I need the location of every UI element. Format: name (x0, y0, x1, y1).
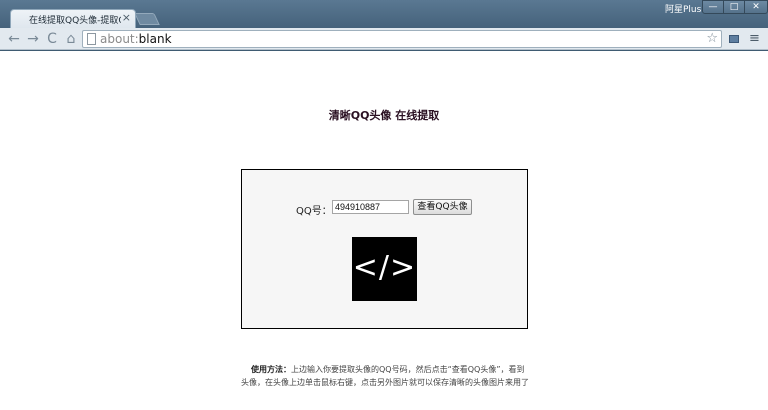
maximize-button[interactable]: □ (723, 0, 745, 14)
qq-avatar-panel: QQ号： 查看QQ头像 </> (241, 169, 528, 329)
page-viewport: 清晰QQ头像 在线提取 QQ号： 查看QQ头像 </> 使用方法：上边输入你要提… (0, 51, 768, 410)
minimize-button[interactable]: — (702, 0, 724, 14)
url-path: blank (138, 32, 172, 46)
url-scheme: about: (100, 32, 139, 46)
code-icon: </> (352, 250, 417, 285)
page-title: 清晰QQ头像 在线提取 (328, 109, 440, 122)
menu-icon[interactable]: ≡ (749, 31, 760, 47)
forward-arrow-icon[interactable]: → (25, 31, 41, 47)
usage-heading: 使用方法： (251, 365, 291, 374)
close-window-button[interactable]: ✕ (744, 0, 768, 14)
browser-tab[interactable]: 在线提取QQ头像-提取QQ头 × (10, 9, 136, 28)
tab-title: 在线提取QQ头像-提取QQ头 (29, 16, 121, 26)
title-bar: 在线提取QQ头像-提取QQ头 × 阿星Plus — □ ✕ (0, 0, 768, 28)
extension-icon[interactable] (729, 35, 739, 43)
browser-toolbar: ← → C ⌂ about:blank ☆ ≡ (0, 28, 768, 50)
view-avatar-button[interactable]: 查看QQ头像 (413, 199, 472, 215)
page-icon (87, 33, 96, 45)
address-bar[interactable]: about:blank ☆ (82, 30, 722, 48)
new-tab-button[interactable] (134, 13, 160, 25)
back-arrow-icon[interactable]: ← (6, 31, 22, 47)
url-text[interactable]: about:blank (100, 32, 172, 46)
qq-number-input[interactable] (332, 200, 409, 214)
usage-instructions: 使用方法：上边输入你要提取头像的QQ号码，然后点击“查看QQ头像”，看到头像，在… (241, 363, 531, 389)
home-icon[interactable]: ⌂ (63, 31, 79, 47)
qq-number-label: QQ号： (296, 206, 332, 217)
reload-icon[interactable]: C (44, 31, 60, 47)
tab-close-icon[interactable]: × (122, 11, 131, 25)
profile-name[interactable]: 阿星Plus (665, 2, 701, 15)
avatar[interactable]: </> (352, 237, 417, 301)
bookmark-star-icon[interactable]: ☆ (706, 31, 718, 47)
